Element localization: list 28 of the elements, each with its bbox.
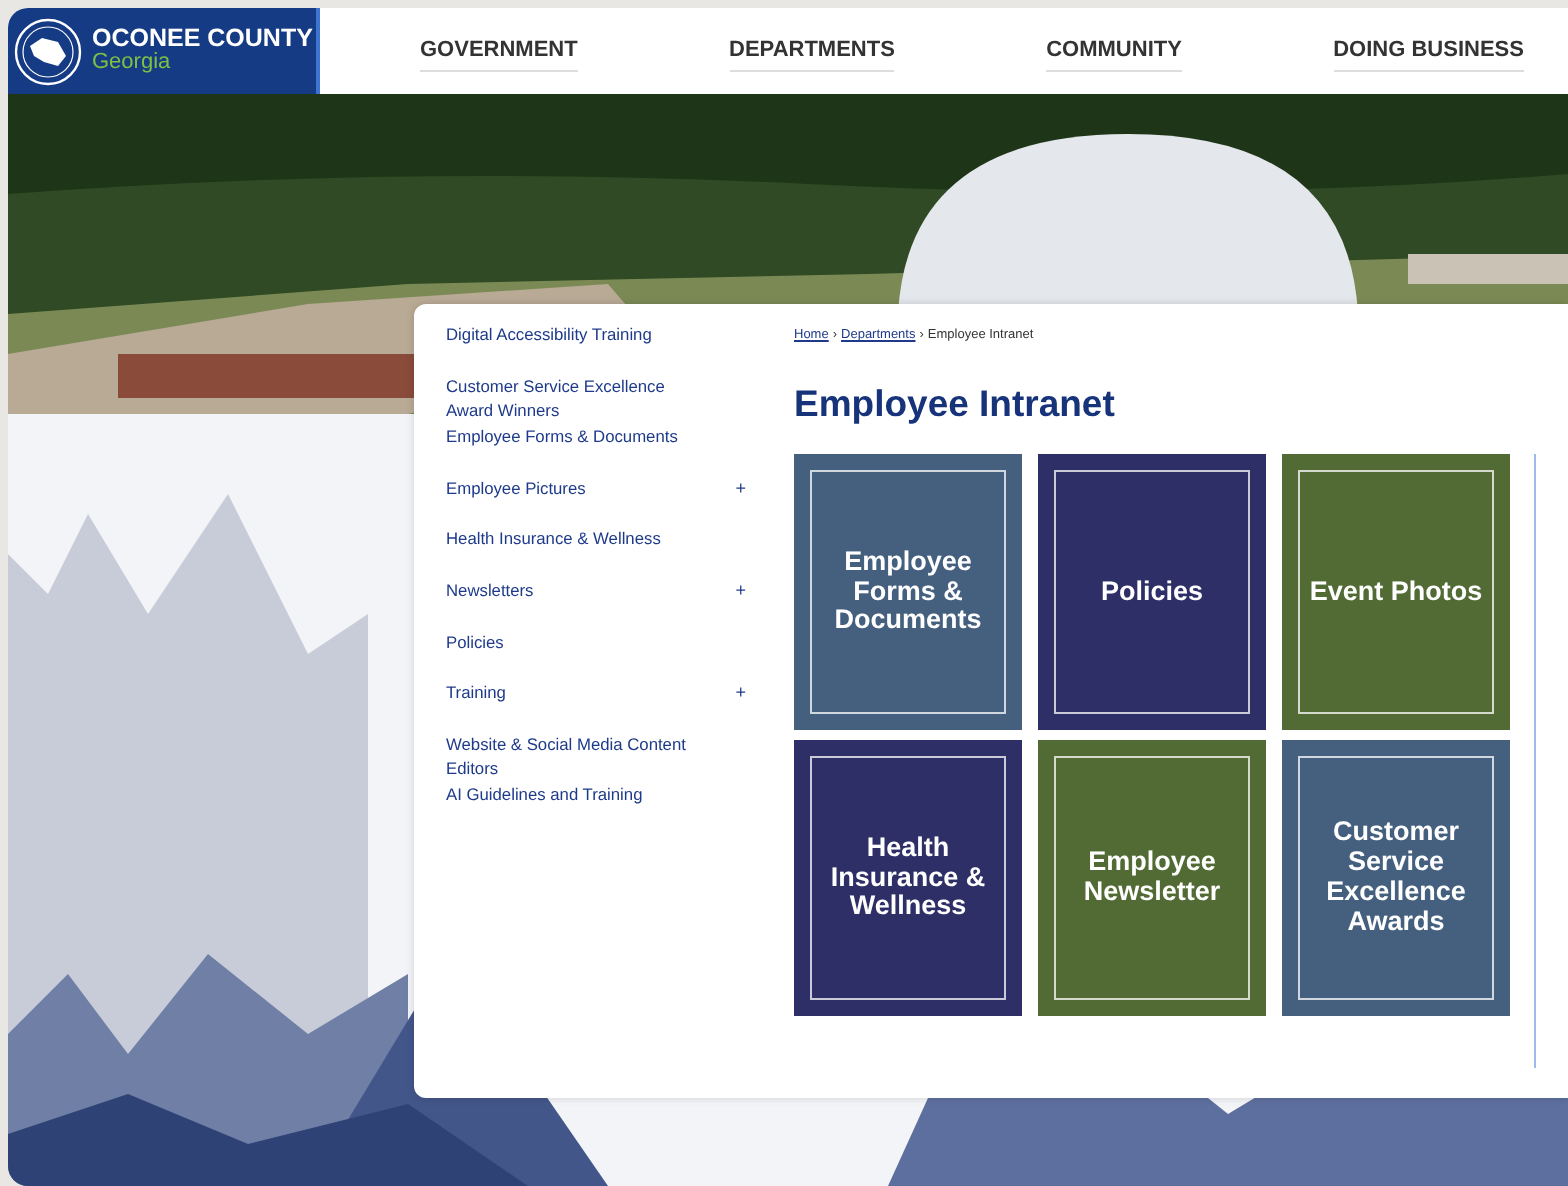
sidebar-link[interactable]: Employee Pictures bbox=[446, 475, 586, 500]
link-tile[interactable]: Policies bbox=[1038, 454, 1266, 730]
sidebar-link[interactable]: Newsletters bbox=[446, 577, 534, 602]
site-name: OCONEE COUNTY bbox=[92, 26, 313, 53]
expand-button[interactable]: + bbox=[735, 475, 746, 500]
site-subtitle: Georgia bbox=[92, 52, 173, 76]
sidebar-link[interactable]: Health Insurance & Wellness bbox=[446, 526, 661, 551]
expand-button[interactable]: + bbox=[735, 577, 746, 602]
nav-link[interactable]: GOVERNMENT bbox=[420, 31, 578, 71]
link-tile[interactable]: Health Insurance & Wellness bbox=[794, 740, 1022, 1016]
expand-button[interactable]: + bbox=[735, 680, 746, 705]
nav-link[interactable]: COMMUNITY bbox=[1046, 31, 1182, 71]
sidebar-link[interactable]: Customer Service Excellence Award Winners bbox=[446, 373, 696, 422]
sidebar-link[interactable]: Digital Accessibility Training bbox=[446, 322, 652, 346]
logo[interactable]: OCONEE COUNTY Georgia bbox=[8, 8, 320, 94]
sidebar-link[interactable]: Website & Social Media Content Editors bbox=[446, 731, 696, 780]
county-seal-icon bbox=[14, 17, 82, 85]
sidebar-link[interactable]: Training bbox=[446, 680, 506, 705]
sidebar-link[interactable]: AI Guidelines and Training bbox=[446, 782, 643, 807]
link-tile[interactable]: Event Photos bbox=[1282, 454, 1510, 730]
link-tile[interactable]: Customer Service Excellence Awards bbox=[1282, 740, 1510, 1016]
link-tile[interactable]: Employee Forms & Documents bbox=[794, 454, 1022, 730]
sidebar-link[interactable]: Employee Forms & Documents bbox=[446, 424, 678, 449]
nav-link[interactable]: DEPARTMENTS bbox=[729, 31, 895, 71]
link-tile[interactable]: Employee Newsletter bbox=[1038, 740, 1266, 1016]
sidebar-link[interactable]: Policies bbox=[446, 629, 504, 654]
nav-link[interactable]: DOING BUSINESS bbox=[1333, 31, 1524, 71]
page-title: Employee Intranet bbox=[794, 382, 1117, 426]
